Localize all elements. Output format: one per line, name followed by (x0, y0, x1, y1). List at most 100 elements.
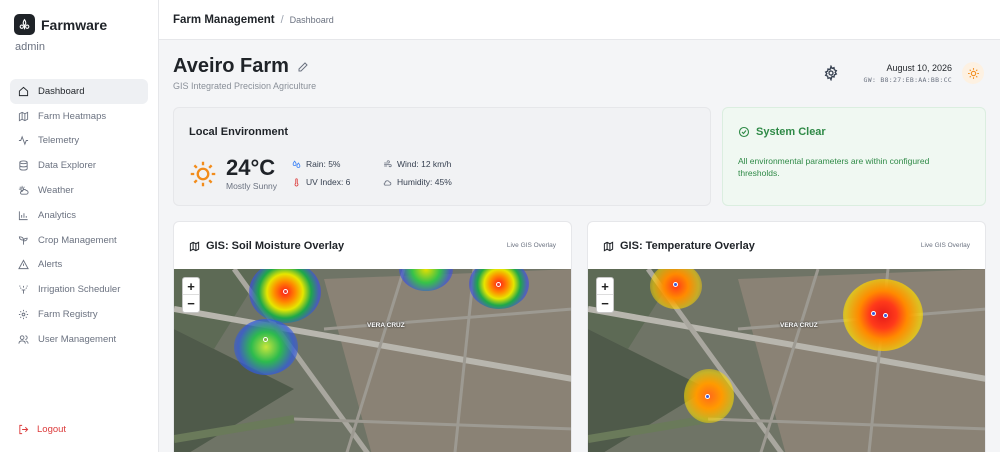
sidebar-item-dashboard[interactable]: Dashboard (10, 79, 148, 104)
home-icon (18, 86, 29, 96)
zoom-out-button[interactable]: − (183, 295, 199, 312)
sidebar-item-label: Crop Management (38, 234, 117, 246)
user-role: admin (15, 41, 45, 53)
place-label: VERA CRUZ (780, 322, 818, 329)
sidebar-item-data-explorer[interactable]: Data Explorer (10, 153, 148, 178)
place-label: VERA CRUZ (367, 322, 405, 329)
sidebar-item-label: User Management (38, 333, 117, 345)
uv-label: UV Index: 6 (306, 177, 351, 187)
farm-subtitle: GIS Integrated Precision Agriculture (173, 81, 317, 91)
sensor-marker[interactable] (673, 282, 678, 287)
sidebar-item-analytics[interactable]: Analytics (10, 203, 148, 228)
live-overlay-tag: Live GIS Overlay (920, 242, 970, 249)
wind-icon (384, 159, 392, 167)
humidity-label: Humidity: 45% (397, 177, 452, 187)
droplets-icon (292, 159, 301, 168)
sidebar-item-crop-management[interactable]: Crop Management (10, 228, 148, 253)
sensor-marker[interactable] (871, 311, 876, 316)
rain-metric: Rain: 5% (292, 159, 341, 169)
local-environment-card: Local Environment 24°C Mostly Sunny Rain… (173, 107, 711, 206)
temperature-map-card: GIS: Temperature Overlay Live GIS Overla… (587, 221, 986, 452)
map-title: GIS: Temperature Overlay (603, 240, 755, 252)
page-title: Aveiro Farm (173, 55, 309, 78)
thermometer-icon (294, 177, 299, 186)
sidebar-item-label: Data Explorer (38, 160, 97, 172)
sprinkler-icon (19, 285, 28, 294)
status-message: All environmental parameters are within … (738, 156, 930, 178)
sidebar: Farmware admin Dashboard Farm Heatmaps T… (0, 0, 159, 452)
sidebar-item-label: Farm Heatmaps (38, 110, 107, 122)
uv-metric: UV Index: 6 (292, 177, 350, 187)
map-icon (18, 111, 29, 122)
sensor-marker[interactable] (705, 394, 710, 399)
wind-label: Wind: 12 km/h (397, 159, 452, 169)
humidity-metric: Humidity: 45% (383, 177, 452, 187)
gateway-mac: GW: B8:27:EB:AA:BB:CC (863, 76, 952, 84)
map-icon (603, 241, 614, 251)
database-icon (19, 160, 28, 171)
sidebar-item-label: Alerts (38, 259, 63, 271)
sidebar-item-weather[interactable]: Weather (10, 178, 148, 203)
gear-icon[interactable] (823, 65, 839, 81)
activity-icon (18, 136, 29, 146)
breadcrumb-current: Dashboard (289, 14, 334, 25)
sunny-weather-icon (190, 161, 216, 187)
sidebar-item-user-management[interactable]: User Management (10, 327, 148, 352)
soil-moisture-map[interactable]: VERA CRUZ + − (174, 269, 571, 452)
sidebar-item-alerts[interactable]: Alerts (10, 253, 148, 278)
logout-label: Logout (37, 424, 67, 435)
map-title-text: GIS: Temperature Overlay (620, 240, 755, 252)
logout-icon (19, 424, 29, 435)
soil-moisture-map-card: GIS: Soil Moisture Overlay Live GIS Over… (173, 221, 572, 452)
breadcrumb-separator: / (280, 13, 284, 26)
brand[interactable]: Farmware (14, 14, 107, 35)
status-badge: System Clear (738, 126, 826, 138)
sidebar-item-label: Weather (38, 185, 74, 197)
sensor-marker[interactable] (496, 282, 501, 287)
cloud-icon (383, 179, 392, 186)
zoom-control: + − (596, 277, 614, 313)
sidebar-nav: Dashboard Farm Heatmaps Telemetry Data E… (10, 79, 148, 352)
date-block: August 10, 2026 GW: B8:27:EB:AA:BB:CC (864, 63, 952, 84)
temperature-map[interactable]: VERA CRUZ + − (588, 269, 985, 452)
map-title-text: GIS: Soil Moisture Overlay (206, 240, 345, 252)
heat-blob (234, 319, 298, 375)
brand-name: Farmware (41, 16, 108, 33)
theme-toggle-button[interactable] (962, 62, 984, 84)
logout-button[interactable]: Logout (18, 424, 66, 435)
breadcrumb-root[interactable]: Farm Management (173, 14, 275, 26)
zoom-in-button[interactable]: + (597, 278, 613, 295)
weather-condition: Mostly Sunny (226, 181, 278, 191)
live-overlay-tag: Live GIS Overlay (506, 242, 556, 249)
sidebar-item-label: Irrigation Scheduler (38, 284, 121, 296)
sun-icon (967, 67, 979, 79)
rain-label: Rain: 5% (306, 159, 341, 169)
users-icon (18, 335, 29, 344)
zoom-in-button[interactable]: + (183, 278, 199, 295)
zoom-control: + − (182, 277, 200, 313)
sidebar-item-irrigation-scheduler[interactable]: Irrigation Scheduler (10, 277, 148, 302)
sidebar-item-telemetry[interactable]: Telemetry (10, 129, 148, 154)
map-title: GIS: Soil Moisture Overlay (189, 240, 344, 252)
sidebar-item-farm-registry[interactable]: Farm Registry (10, 302, 148, 327)
sidebar-item-label: Farm Registry (38, 309, 98, 321)
sidebar-item-label: Telemetry (38, 135, 80, 147)
edit-pencil-icon[interactable] (297, 61, 309, 73)
farm-name: Aveiro Farm (173, 55, 289, 77)
wind-metric: Wind: 12 km/h (383, 159, 451, 169)
sidebar-item-label: Dashboard (38, 85, 85, 97)
satellite-map-tiles (588, 269, 985, 452)
sensor-marker[interactable] (283, 289, 288, 294)
zoom-out-button[interactable]: − (597, 295, 613, 312)
sprout-icon (18, 236, 28, 245)
sensor-marker[interactable] (883, 313, 888, 318)
alert-triangle-icon (18, 259, 29, 270)
sensor-marker[interactable] (263, 337, 268, 342)
system-status-card: System Clear All environmental parameter… (722, 107, 986, 206)
breadcrumb: Farm Management / Dashboard (159, 0, 1000, 40)
status-title: System Clear (756, 126, 826, 138)
sidebar-item-farm-heatmaps[interactable]: Farm Heatmaps (10, 104, 148, 129)
card-title: Local Environment (189, 126, 289, 138)
temperature-value: 24°C (226, 155, 276, 180)
sidebar-item-label: Analytics (38, 209, 77, 221)
